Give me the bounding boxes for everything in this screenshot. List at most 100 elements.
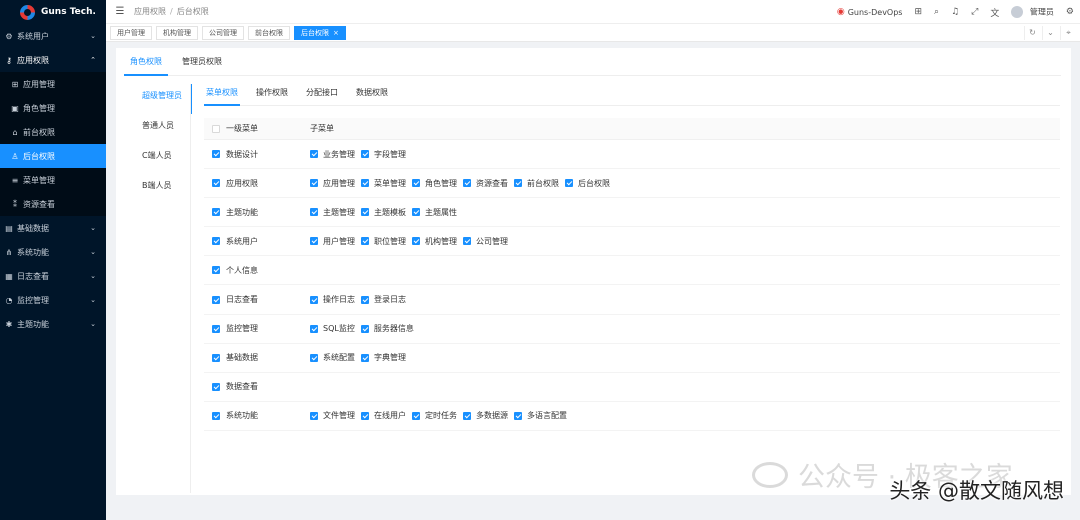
- close-icon[interactable]: ×: [333, 29, 339, 37]
- menu-collapse-icon[interactable]: ☰: [110, 6, 130, 17]
- main-menu-checkbox[interactable]: [212, 353, 220, 362]
- sub-menu-label: 在线用户: [374, 411, 406, 421]
- sidebar-item-label: 系统功能: [17, 247, 49, 257]
- main-menu-checkbox[interactable]: [212, 411, 220, 420]
- sub-menu-checkbox[interactable]: [514, 411, 522, 420]
- tab-permission-type[interactable]: 管理员权限: [176, 48, 228, 76]
- sub-menu-checkbox[interactable]: [361, 150, 369, 159]
- sub-menu-checkbox[interactable]: [310, 237, 318, 246]
- column-header-main: 一级菜单: [226, 124, 258, 133]
- calendar-icon: ▦: [5, 271, 13, 281]
- sub-menu-item: 服务器信息: [360, 323, 414, 334]
- main-menu-cell: 数据设计: [204, 149, 310, 160]
- sub-menu-checkbox[interactable]: [361, 295, 369, 304]
- apps-icon[interactable]: ⊞: [914, 7, 922, 17]
- main-menu-checkbox[interactable]: [212, 295, 220, 304]
- role-item[interactable]: 超级管理员: [132, 84, 192, 114]
- sidebar-item[interactable]: ⚙ 系统用户 ⌄: [0, 24, 106, 48]
- page-tab[interactable]: 公司管理: [202, 25, 244, 40]
- sub-menu-item: 应用管理: [310, 178, 355, 189]
- sub-menu-checkbox[interactable]: [310, 208, 318, 217]
- tab-permission-category[interactable]: 分配接口: [304, 84, 340, 106]
- sub-menu-checkbox[interactable]: [310, 324, 318, 333]
- sub-menu-checkbox[interactable]: [463, 237, 471, 246]
- role-item[interactable]: C端人员: [132, 144, 192, 174]
- home-icon: ⌂: [12, 127, 18, 137]
- sub-menu-checkbox[interactable]: [412, 237, 420, 246]
- sidebar-item[interactable]: ◔ 监控管理 ⌄: [0, 288, 106, 312]
- main-menu-checkbox[interactable]: [212, 237, 220, 246]
- sub-menu-label: 字典管理: [374, 353, 406, 363]
- sidebar-subitem[interactable]: ≡ 菜单管理: [0, 168, 106, 192]
- role-item[interactable]: B端人员: [132, 174, 192, 204]
- fullscreen-icon[interactable]: ⤢: [971, 7, 978, 17]
- breadcrumb: 应用权限 / 后台权限: [134, 6, 209, 17]
- gear-icon: ⚙: [5, 31, 13, 41]
- main-menu-checkbox[interactable]: [212, 324, 220, 333]
- tab-permission-category[interactable]: 操作权限: [254, 84, 290, 106]
- header-toolbar: ◉ Guns-DevOps ⊞ ⌕ ♫ ⤢ 文 管理员 ⚙: [837, 0, 1074, 24]
- sub-menu-checkbox[interactable]: [565, 179, 573, 188]
- main-menu-checkbox[interactable]: [212, 150, 220, 159]
- sidebar-subitem[interactable]: ⌂ 前台权限: [0, 120, 106, 144]
- settings-icon[interactable]: ⚙: [1066, 7, 1074, 17]
- page-tab[interactable]: 后台权限 ×: [294, 25, 346, 40]
- sub-menu-checkbox[interactable]: [463, 411, 471, 420]
- sub-menu-checkbox[interactable]: [310, 179, 318, 188]
- tab-permission-category[interactable]: 数据权限: [354, 84, 390, 106]
- sidebar-item[interactable]: ✱ 主题功能 ⌄: [0, 312, 106, 336]
- main-menu-checkbox[interactable]: [212, 208, 220, 217]
- select-all-checkbox[interactable]: [212, 124, 220, 133]
- sub-menu-checkbox[interactable]: [361, 411, 369, 420]
- sub-menu-checkbox[interactable]: [360, 324, 369, 333]
- language-icon[interactable]: 文: [990, 6, 999, 19]
- sub-menu-checkbox[interactable]: [361, 208, 369, 217]
- sidebar-item[interactable]: ⋔ 系统功能 ⌄: [0, 240, 106, 264]
- sidebar-subitem[interactable]: ⁑ 资源查看: [0, 192, 106, 216]
- sidebar-item[interactable]: ⚷ 应用权限 ⌃: [0, 48, 106, 72]
- env-switcher[interactable]: ◉ Guns-DevOps: [837, 7, 903, 17]
- sub-menu-item: 资源查看: [463, 178, 508, 189]
- sub-menu-checkbox[interactable]: [310, 150, 318, 159]
- table-row: 个人信息: [204, 256, 1060, 286]
- sub-menu-checkbox[interactable]: [361, 353, 369, 362]
- refresh-icon[interactable]: ↻: [1024, 26, 1040, 40]
- chevron-down-icon[interactable]: ⌄: [1042, 26, 1058, 40]
- sub-menu-checkbox[interactable]: [412, 179, 420, 188]
- sub-menu-cell: 操作日志 登录日志: [310, 294, 1060, 305]
- main-menu-checkbox[interactable]: [212, 179, 220, 188]
- search-icon[interactable]: ⌕: [934, 7, 939, 17]
- page-tab[interactable]: 用户管理: [110, 25, 152, 40]
- main-menu-checkbox[interactable]: [212, 266, 220, 275]
- tab-permission-category[interactable]: 菜单权限: [204, 84, 240, 106]
- tab-permission-type[interactable]: 角色权限: [124, 48, 168, 76]
- bell-icon[interactable]: ♫: [951, 7, 959, 17]
- page-tab[interactable]: 机构管理: [156, 25, 198, 40]
- sub-menu-checkbox[interactable]: [412, 208, 420, 217]
- sub-menu-checkbox[interactable]: [310, 353, 318, 362]
- sub-menu-label: 系统配置: [323, 353, 355, 363]
- sub-menu-checkbox[interactable]: [310, 411, 318, 420]
- logo[interactable]: Guns Tech.: [0, 0, 106, 24]
- sub-menu-checkbox[interactable]: [463, 179, 471, 188]
- sidebar-item[interactable]: ▤ 基础数据 ⌄: [0, 216, 106, 240]
- sub-menu-checkbox[interactable]: [412, 411, 420, 420]
- breadcrumb-item[interactable]: 应用权限: [134, 6, 166, 17]
- main-menu-checkbox[interactable]: [212, 382, 220, 391]
- sidebar-item[interactable]: ▦ 日志查看 ⌄: [0, 264, 106, 288]
- sub-menu-checkbox[interactable]: [514, 179, 522, 188]
- sidebar-subitem[interactable]: ♙ 后台权限: [0, 144, 106, 168]
- sidebar-subitem-label: 角色管理: [23, 103, 55, 113]
- sub-menu-checkbox[interactable]: [361, 237, 369, 246]
- sub-menu-checkbox[interactable]: [361, 179, 369, 188]
- sub-menu-cell: 应用管理 菜单管理 角色管理 资源查看 前台权限 后台权限: [310, 178, 1060, 189]
- sub-menu-label: 前台权限: [527, 178, 559, 188]
- pin-icon[interactable]: ⌖: [1060, 26, 1076, 40]
- user-menu[interactable]: 管理员: [1011, 6, 1054, 18]
- sub-menu-checkbox[interactable]: [310, 295, 318, 304]
- page-tab[interactable]: 前台权限: [248, 25, 290, 40]
- sidebar-subitem[interactable]: ▣ 角色管理: [0, 96, 106, 120]
- sidebar-subitem[interactable]: ⊞ 应用管理: [0, 72, 106, 96]
- sidebar-item-label: 日志查看: [17, 271, 49, 281]
- role-item[interactable]: 普通人员: [132, 114, 192, 144]
